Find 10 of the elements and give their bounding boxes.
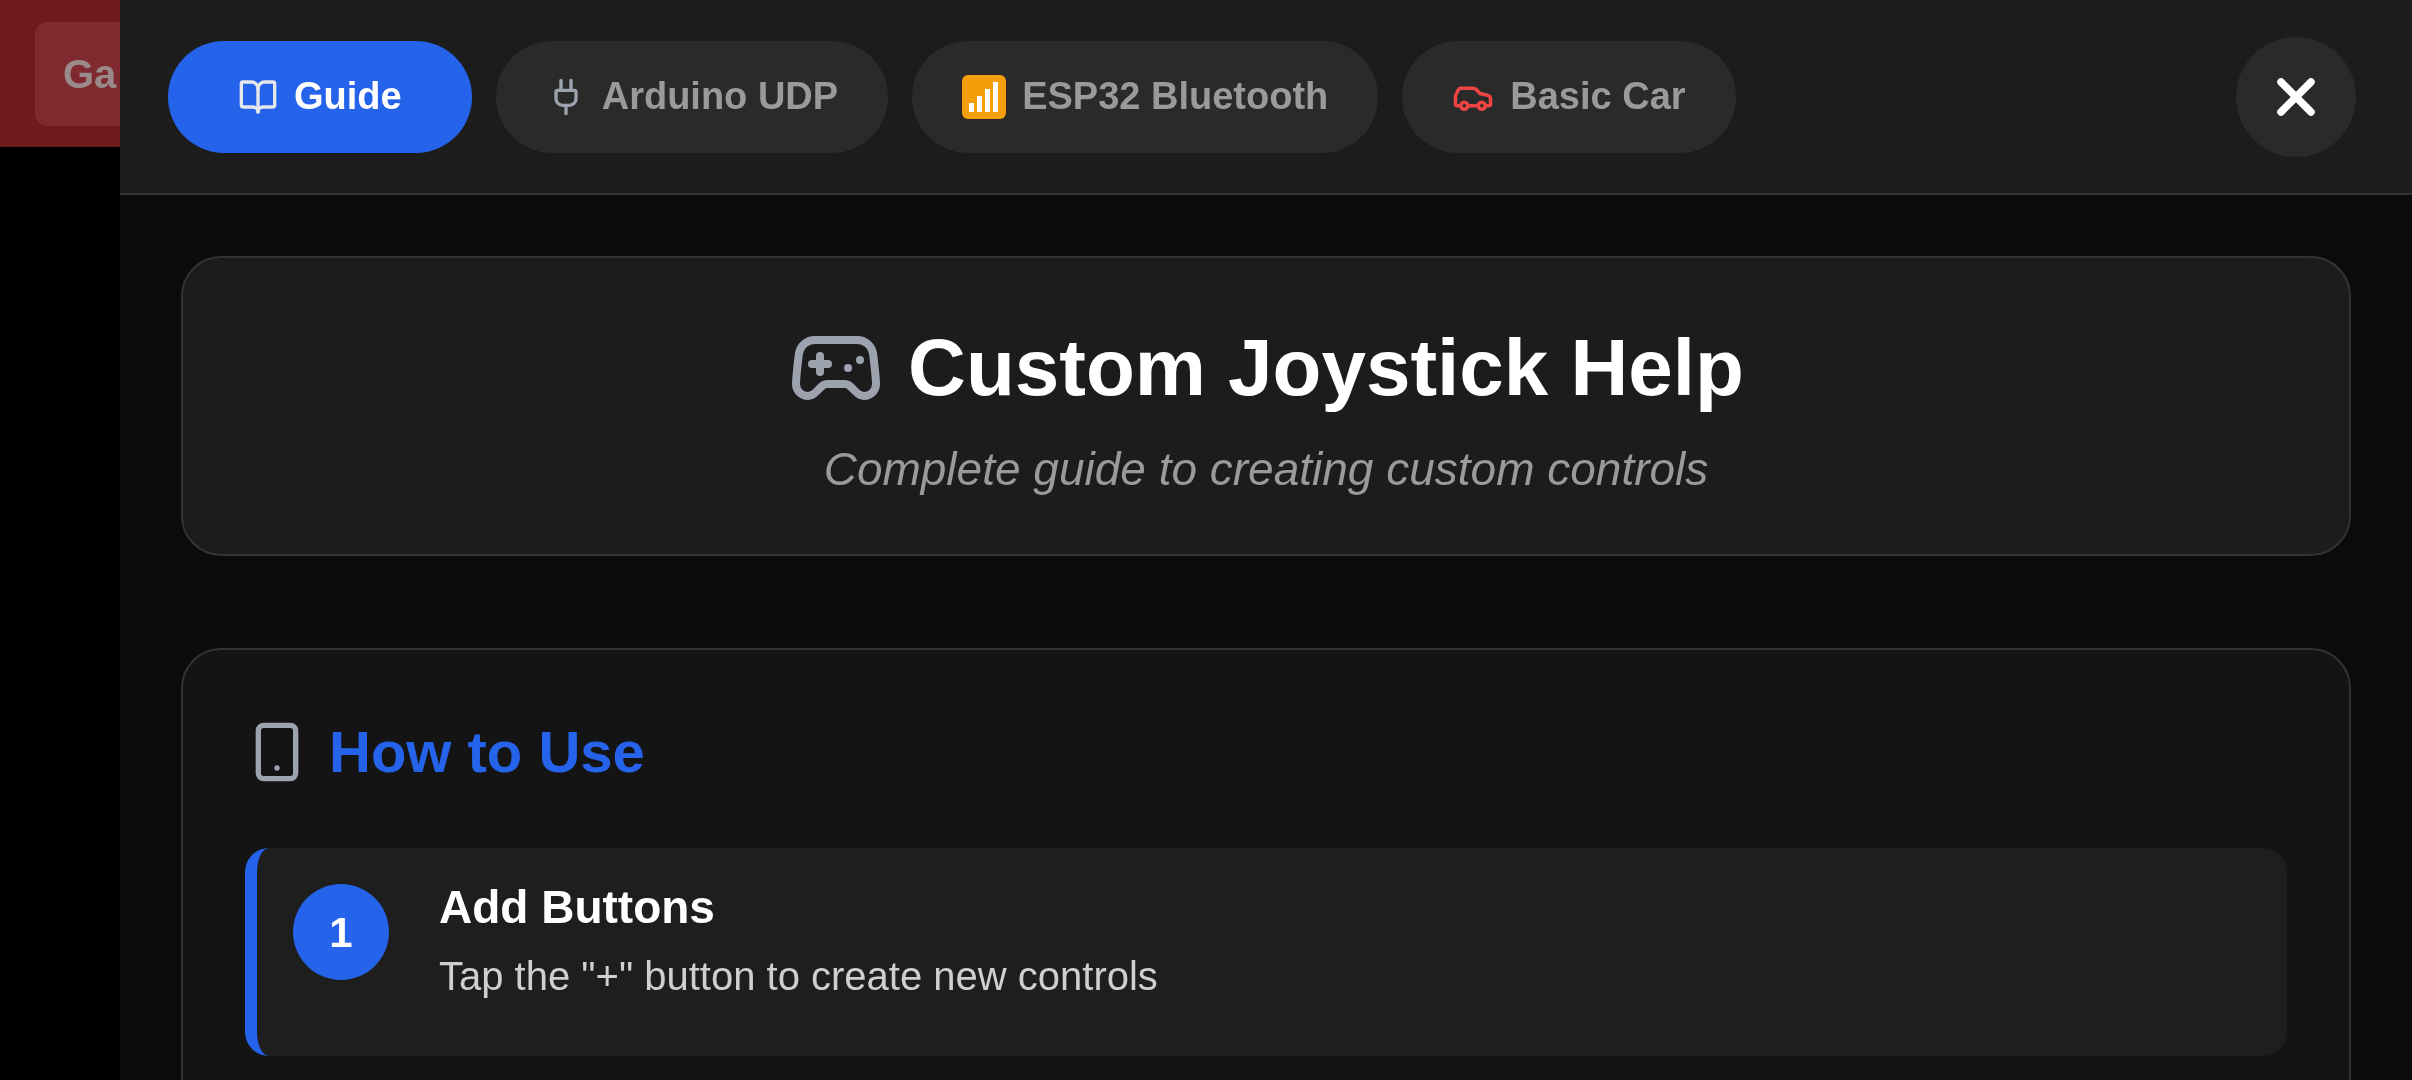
step-description: Tap the "+" button to create new controls	[439, 956, 1158, 996]
step-title: Add Buttons	[439, 884, 716, 930]
tab[interactable]: Arduino UDP	[495, 40, 889, 153]
signal-bars-icon	[962, 74, 1007, 119]
section-title: How to Use	[329, 723, 645, 781]
tab[interactable]: Basic Car	[1402, 40, 1736, 153]
tab[interactable]: ESP32 Bluetooth	[912, 40, 1379, 153]
tab[interactable]: Guide	[168, 40, 472, 153]
game-button[interactable]: Ga	[35, 21, 120, 126]
step-number: 1	[293, 884, 389, 980]
